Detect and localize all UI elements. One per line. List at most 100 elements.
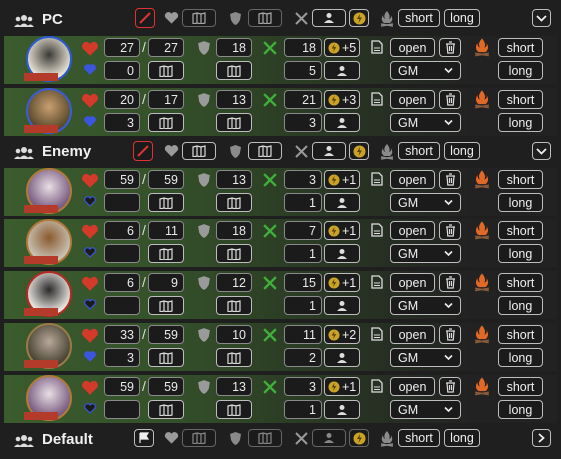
- long-rest-all-button[interactable]: long: [444, 142, 480, 160]
- ac-input[interactable]: 10: [216, 325, 252, 344]
- initiative-roll-button[interactable]: [312, 429, 346, 447]
- temp-hp-input[interactable]: 3: [104, 348, 140, 367]
- hp-current-input[interactable]: 20: [104, 90, 140, 109]
- temp-hp-map-button[interactable]: [148, 244, 184, 263]
- initiative-mod-input[interactable]: 5: [284, 61, 322, 80]
- ac-map-button[interactable]: [216, 244, 252, 263]
- temp-hp-map-button[interactable]: [148, 61, 184, 80]
- initiative-input[interactable]: 15: [284, 273, 322, 292]
- ac-input[interactable]: 18: [216, 221, 252, 240]
- long-rest-all-button[interactable]: long: [444, 429, 480, 447]
- hp-max-input[interactable]: 59: [148, 377, 184, 396]
- initiative-bonus-button[interactable]: +2: [324, 325, 360, 344]
- ac-input[interactable]: 12: [216, 273, 252, 292]
- open-sheet-button[interactable]: open: [390, 221, 435, 240]
- short-rest-button[interactable]: short: [498, 273, 543, 292]
- open-sheet-button[interactable]: open: [390, 90, 435, 109]
- bonus-roll-button[interactable]: [349, 142, 369, 160]
- long-rest-button[interactable]: long: [498, 296, 543, 315]
- ac-map-button[interactable]: [216, 296, 252, 315]
- ac-map-button[interactable]: [248, 142, 282, 160]
- initiative-bonus-button[interactable]: +1: [324, 170, 360, 189]
- ac-input[interactable]: 13: [216, 170, 252, 189]
- ac-input[interactable]: 13: [216, 90, 252, 109]
- hp-max-input[interactable]: 17: [148, 90, 184, 109]
- initiative-mod-input[interactable]: 1: [284, 244, 322, 263]
- visibility-select[interactable]: GM: [390, 348, 461, 367]
- hp-max-input[interactable]: 11: [148, 221, 184, 240]
- open-sheet-button[interactable]: open: [390, 325, 435, 344]
- toggle-attack-button[interactable]: [135, 8, 155, 28]
- initiative-roll-button[interactable]: [312, 9, 346, 27]
- ac-map-button[interactable]: [216, 400, 252, 419]
- short-rest-button[interactable]: short: [498, 377, 543, 396]
- hp-max-input[interactable]: 59: [148, 325, 184, 344]
- hp-max-input[interactable]: 27: [148, 38, 184, 57]
- long-rest-all-button[interactable]: long: [444, 9, 480, 27]
- visibility-select[interactable]: GM: [390, 296, 461, 315]
- initiative-input[interactable]: 7: [284, 221, 322, 240]
- short-rest-button[interactable]: short: [498, 325, 543, 344]
- hp-current-input[interactable]: 59: [104, 377, 140, 396]
- bonus-roll-button[interactable]: [349, 429, 369, 447]
- short-rest-all-button[interactable]: short: [398, 142, 440, 160]
- short-rest-all-button[interactable]: short: [398, 429, 440, 447]
- ac-map-button[interactable]: [248, 9, 282, 27]
- initiative-roll-button[interactable]: [324, 244, 360, 263]
- ac-map-button[interactable]: [216, 113, 252, 132]
- initiative-bonus-button[interactable]: +1: [324, 377, 360, 396]
- initiative-input[interactable]: 11: [284, 325, 322, 344]
- long-rest-button[interactable]: long: [498, 244, 543, 263]
- visibility-select[interactable]: GM: [390, 113, 461, 132]
- initiative-bonus-button[interactable]: +5: [324, 38, 360, 57]
- ac-map-button[interactable]: [216, 348, 252, 367]
- delete-button[interactable]: [439, 221, 461, 240]
- expand-group-button[interactable]: [532, 429, 551, 447]
- bonus-roll-button[interactable]: [349, 9, 369, 27]
- hp-map-button[interactable]: [182, 9, 216, 27]
- delete-button[interactable]: [439, 273, 461, 292]
- collapse-group-button[interactable]: [532, 142, 551, 160]
- initiative-bonus-button[interactable]: +3: [324, 90, 360, 109]
- open-sheet-button[interactable]: open: [390, 377, 435, 396]
- initiative-roll-button[interactable]: [312, 142, 346, 160]
- short-rest-all-button[interactable]: short: [398, 9, 440, 27]
- short-rest-button[interactable]: short: [498, 170, 543, 189]
- temp-hp-input[interactable]: [104, 193, 140, 212]
- initiative-roll-button[interactable]: [324, 61, 360, 80]
- short-rest-button[interactable]: short: [498, 90, 543, 109]
- initiative-roll-button[interactable]: [324, 193, 360, 212]
- delete-button[interactable]: [439, 377, 461, 396]
- toggle-attack-button[interactable]: [133, 141, 153, 161]
- visibility-select[interactable]: GM: [390, 193, 461, 212]
- initiative-mod-input[interactable]: 1: [284, 400, 322, 419]
- temp-hp-input[interactable]: [104, 244, 140, 263]
- open-sheet-button[interactable]: open: [390, 273, 435, 292]
- open-sheet-button[interactable]: open: [390, 170, 435, 189]
- initiative-input[interactable]: 3: [284, 377, 322, 396]
- temp-hp-map-button[interactable]: [148, 113, 184, 132]
- ac-input[interactable]: 18: [216, 38, 252, 57]
- initiative-input[interactable]: 21: [284, 90, 322, 109]
- hp-current-input[interactable]: 27: [104, 38, 140, 57]
- visibility-select[interactable]: GM: [390, 400, 461, 419]
- hp-current-input[interactable]: 6: [104, 221, 140, 240]
- ac-input[interactable]: 13: [216, 377, 252, 396]
- initiative-input[interactable]: 18: [284, 38, 322, 57]
- initiative-input[interactable]: 3: [284, 170, 322, 189]
- delete-button[interactable]: [439, 325, 461, 344]
- long-rest-button[interactable]: long: [498, 193, 543, 212]
- open-sheet-button[interactable]: open: [390, 38, 435, 57]
- delete-button[interactable]: [439, 90, 461, 109]
- visibility-select[interactable]: GM: [390, 244, 461, 263]
- ac-map-button[interactable]: [216, 61, 252, 80]
- hp-map-button[interactable]: [182, 142, 216, 160]
- temp-hp-input[interactable]: [104, 400, 140, 419]
- short-rest-button[interactable]: short: [498, 38, 543, 57]
- long-rest-button[interactable]: long: [498, 113, 543, 132]
- temp-hp-map-button[interactable]: [148, 193, 184, 212]
- hp-max-input[interactable]: 59: [148, 170, 184, 189]
- initiative-mod-input[interactable]: 2: [284, 348, 322, 367]
- hp-max-input[interactable]: 9: [148, 273, 184, 292]
- hp-current-input[interactable]: 59: [104, 170, 140, 189]
